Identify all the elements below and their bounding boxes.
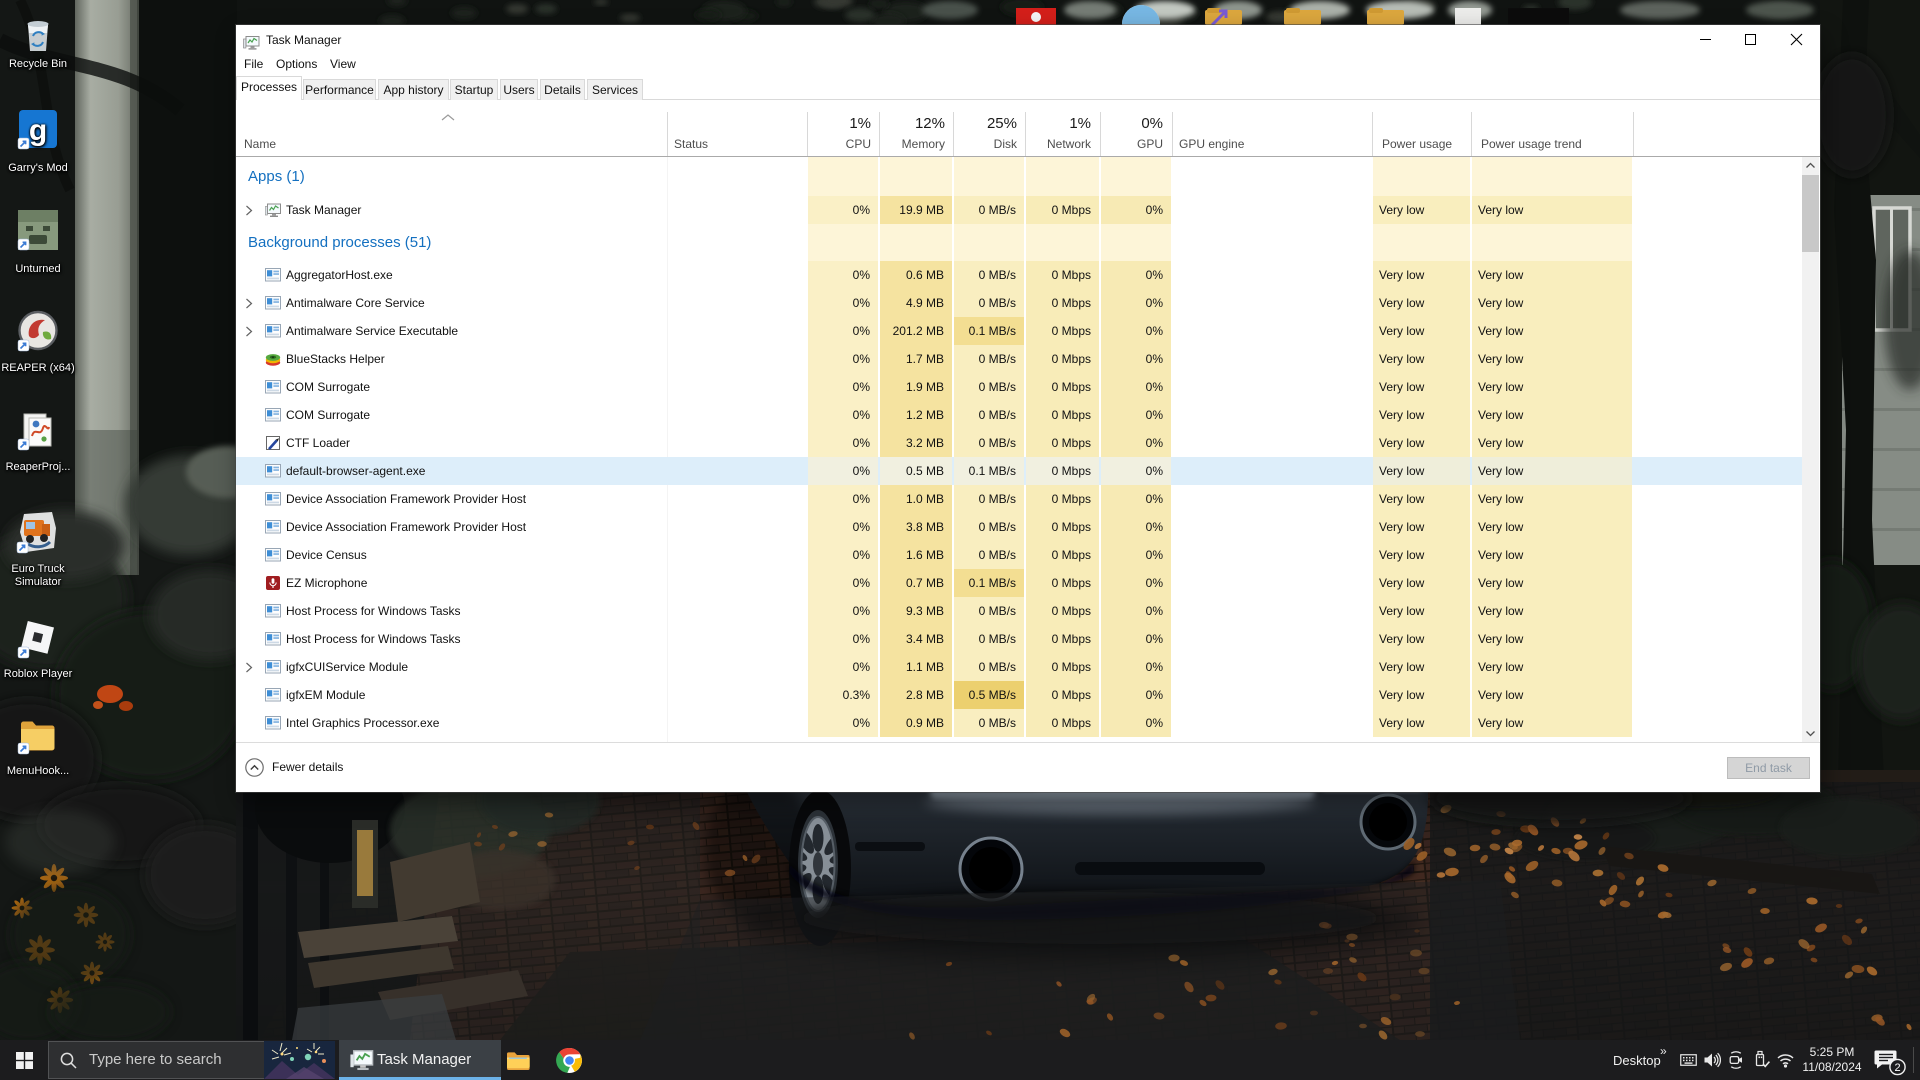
svg-text:2: 2 xyxy=(1894,1062,1900,1074)
svg-text:g: g xyxy=(29,114,47,147)
